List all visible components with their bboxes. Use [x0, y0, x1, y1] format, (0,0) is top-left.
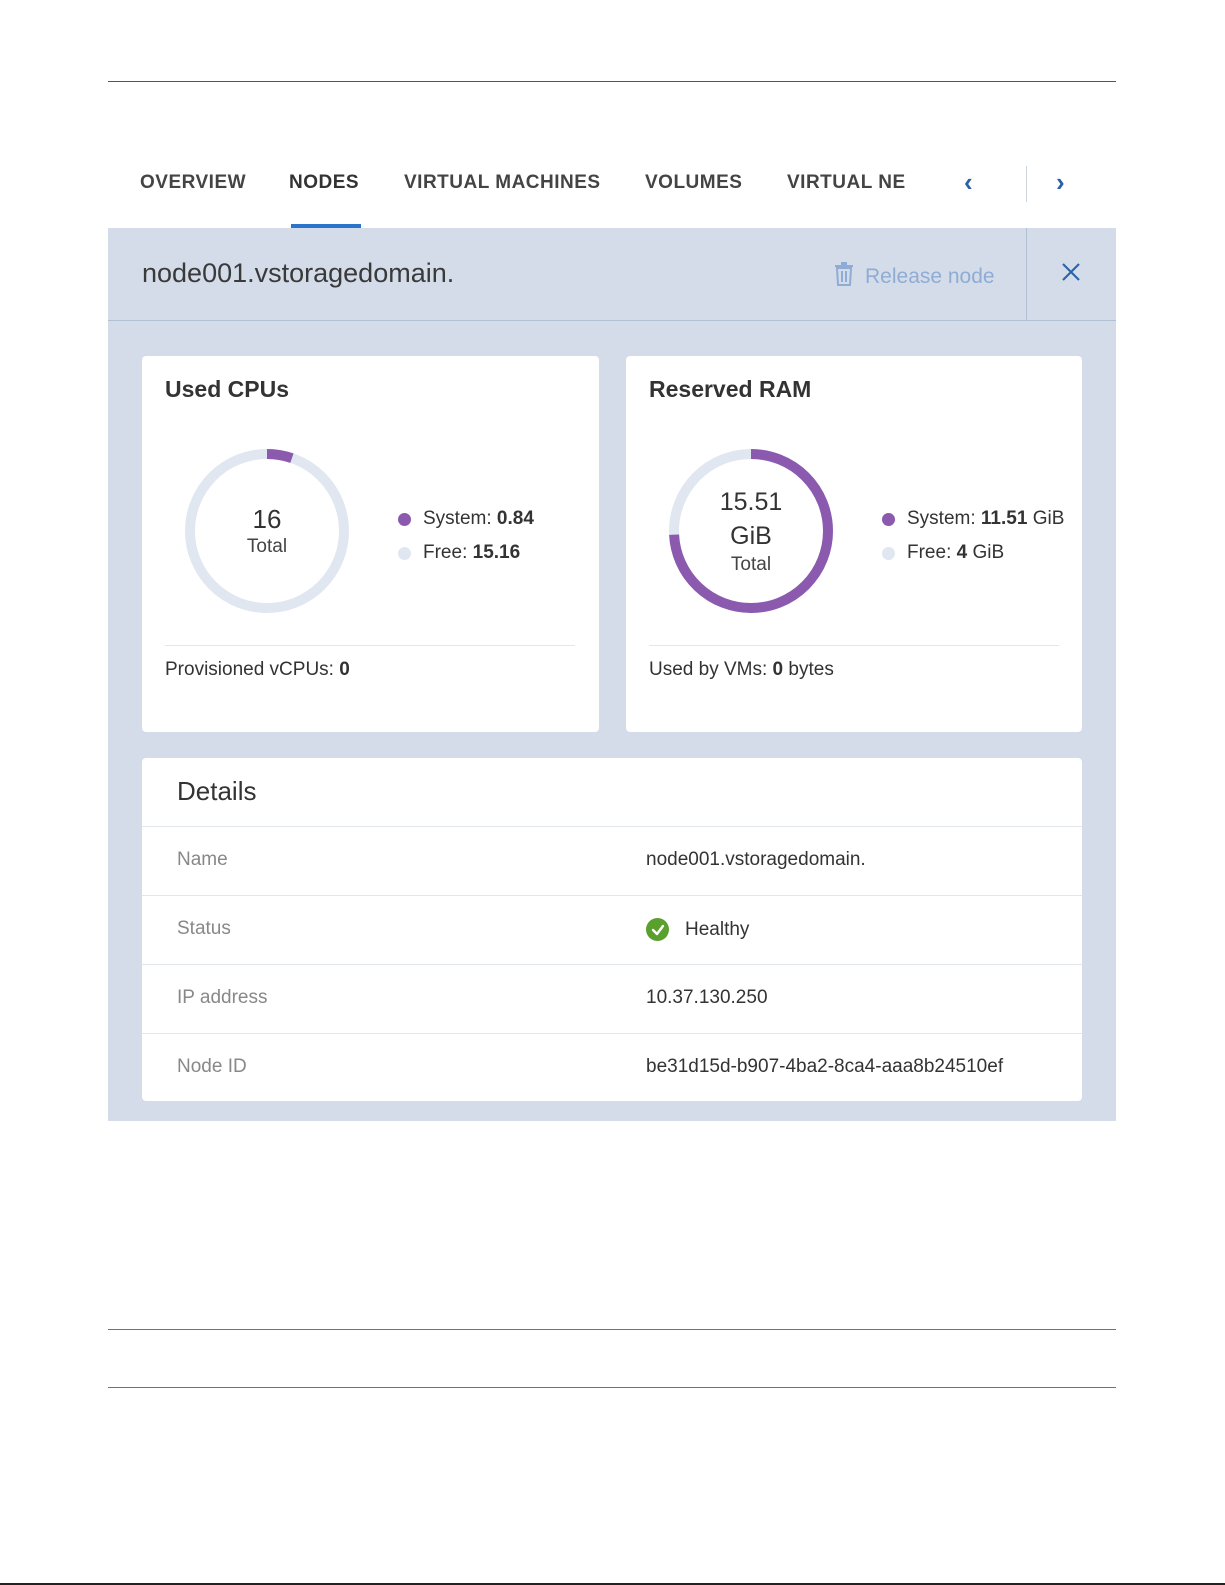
header-divider — [1026, 228, 1027, 321]
ram-total-unit: GiB — [730, 522, 772, 550]
legend-dot-system — [882, 512, 895, 526]
ram-footer: Used by VMs: 0 bytes — [649, 659, 834, 681]
card-divider — [649, 645, 1059, 646]
node-id-value: be31d15d-b907-4ba2-8ca4-aaa8b24510ef — [646, 1056, 1004, 1077]
legend-free-value: 4 — [956, 542, 968, 563]
release-node-button[interactable]: Release node — [833, 262, 995, 292]
card-title: Reserved RAM — [649, 376, 812, 402]
legend-free-value: 15.16 — [472, 542, 521, 563]
legend-system-label: System: — [907, 508, 976, 529]
close-button[interactable] — [1053, 256, 1089, 292]
details-row-node-id: Node ID be31d15d-b907-4ba2-8ca4-aaa8b245… — [142, 1033, 1082, 1102]
used-by-vms-label: Used by VMs: — [649, 659, 768, 680]
used-cpus-card: Used CPUs 16 Total System: 0.84 Free: 15… — [142, 356, 599, 732]
legend-dot-free — [882, 546, 895, 560]
legend-system: System: 11.51 GiB — [882, 502, 1064, 536]
cpu-legend: System: 0.84 Free: 15.16 — [398, 502, 534, 570]
legend-free: Free: 15.16 — [398, 536, 534, 570]
legend-system-label: System: — [423, 508, 492, 529]
tab-bar: OVERVIEW NODES VIRTUAL MACHINES VOLUMES … — [108, 150, 1116, 228]
legend-free-unit: GiB — [972, 542, 1005, 563]
tab-overview[interactable]: OVERVIEW — [140, 172, 246, 194]
legend-dot-system — [398, 512, 411, 526]
tab-volumes[interactable]: VOLUMES — [645, 172, 742, 194]
donut-center: 15.51 GiB Total — [666, 446, 836, 616]
legend-free-label: Free: — [423, 542, 468, 563]
cpu-total-label: Total — [246, 536, 288, 557]
chevron-left-icon[interactable]: ‹ — [964, 168, 973, 196]
card-divider — [165, 645, 575, 646]
ip-address-value: 10.37.130.250 — [646, 987, 768, 1008]
legend-system-unit: GiB — [1032, 508, 1065, 529]
node-details-panel: node001.vstoragedomain. Release node Use… — [108, 228, 1116, 1121]
trash-icon — [833, 262, 855, 292]
panel-header: node001.vstoragedomain. Release node — [108, 228, 1116, 321]
ram-legend: System: 11.51 GiB Free: 4 GiB — [882, 502, 1064, 570]
chevron-right-icon[interactable]: › — [1056, 168, 1065, 196]
status-value: Healthy — [685, 918, 750, 940]
row-value: 10.37.130.250 — [646, 987, 768, 1009]
legend-system: System: 0.84 — [398, 502, 534, 536]
tab-virtual-networks[interactable]: VIRTUAL NE — [787, 172, 906, 194]
donut-center: 16 Total — [182, 446, 352, 616]
card-title: Used CPUs — [165, 376, 289, 402]
tab-nav-divider — [1026, 166, 1027, 202]
row-label: Status — [177, 918, 231, 939]
node-name-value: node001.vstoragedomain. — [646, 849, 866, 870]
row-label: Name — [177, 849, 228, 870]
details-row-name: Name node001.vstoragedomain. — [142, 826, 1082, 895]
tab-virtual-machines[interactable]: VIRTUAL MACHINES — [404, 172, 601, 194]
ram-total-value: 15.51 — [719, 488, 783, 516]
close-icon — [1061, 262, 1081, 287]
cpu-total-value: 16 — [252, 504, 282, 534]
row-label: Node ID — [177, 1056, 247, 1077]
row-value: node001.vstoragedomain. — [646, 849, 866, 871]
details-card: Details Name node001.vstoragedomain. Sta… — [142, 758, 1082, 1101]
legend-dot-free — [398, 546, 411, 560]
provisioned-vcpus-label: Provisioned vCPUs: — [165, 659, 334, 680]
legend-free-label: Free: — [907, 542, 952, 563]
details-table: Name node001.vstoragedomain. Status Heal… — [142, 826, 1082, 1102]
tab-nodes[interactable]: NODES — [289, 172, 359, 194]
check-circle-icon — [646, 918, 669, 941]
reserved-ram-card: Reserved RAM 15.51 GiB Total System: 11.… — [626, 356, 1082, 732]
row-label: IP address — [177, 987, 268, 1008]
cpu-footer: Provisioned vCPUs: 0 — [165, 659, 350, 681]
release-node-label: Release node — [865, 265, 995, 288]
row-value: be31d15d-b907-4ba2-8ca4-aaa8b24510ef — [646, 1056, 1003, 1078]
details-row-ip: IP address 10.37.130.250 — [142, 964, 1082, 1033]
row-value: Healthy — [646, 918, 749, 941]
footer-rule — [108, 1329, 1116, 1330]
used-by-vms-unit: bytes — [788, 659, 834, 680]
details-row-status: Status Healthy — [142, 895, 1082, 964]
legend-system-value: 11.51 — [980, 508, 1028, 529]
details-title: Details — [177, 776, 257, 806]
legend-system-value: 0.84 — [496, 508, 534, 529]
legend-free: Free: 4 GiB — [882, 536, 1064, 570]
panel-title: node001.vstoragedomain. — [142, 258, 455, 288]
top-rule — [108, 81, 1116, 82]
footer-rule — [108, 1387, 1116, 1388]
used-by-vms-value: 0 — [772, 659, 784, 680]
provisioned-vcpus-value: 0 — [339, 659, 350, 680]
ram-total-label: Total — [730, 554, 772, 575]
